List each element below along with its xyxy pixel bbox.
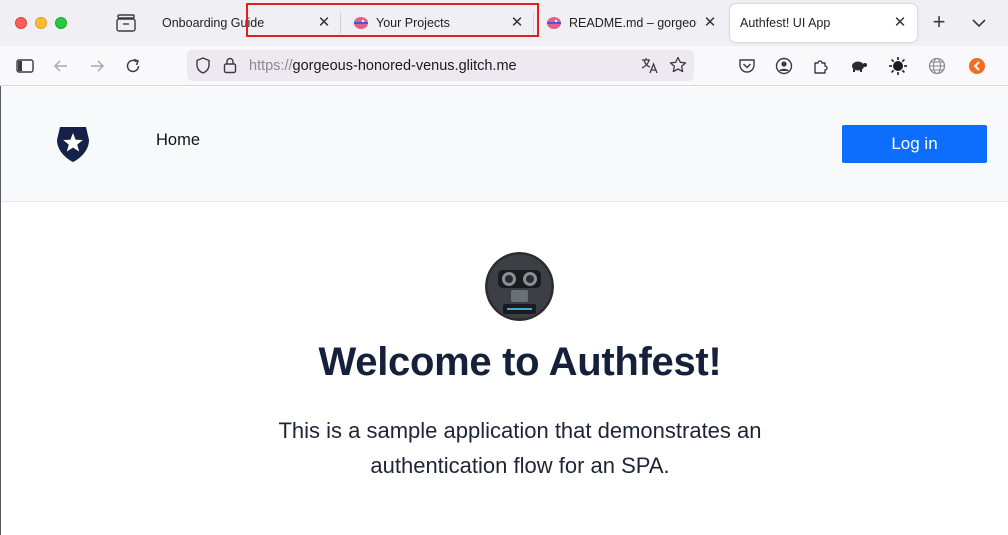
page-title: Welcome to Authfest! <box>318 340 722 384</box>
tracking-protection-shield-icon[interactable] <box>194 56 212 75</box>
tab-title: Authfest! UI App <box>740 16 831 30</box>
close-window-button[interactable] <box>15 17 27 29</box>
turtle-extension-icon[interactable] <box>848 56 868 76</box>
forward-arrow-icon[interactable] <box>87 56 107 76</box>
hero-description: This is a sample application that demons… <box>278 418 762 478</box>
reload-icon[interactable] <box>123 56 143 76</box>
zoom-window-button[interactable] <box>55 17 67 29</box>
minimize-window-button[interactable] <box>35 17 47 29</box>
orange-extension-icon[interactable] <box>967 56 987 76</box>
url-scheme: https:// <box>249 58 293 74</box>
bookmark-star-icon[interactable] <box>668 55 688 75</box>
site-header: Home Log in <box>1 87 1008 202</box>
tab-close-icon[interactable]: ✕ <box>703 15 717 30</box>
sun-extension-icon[interactable] <box>888 56 908 76</box>
glitch-fish-icon <box>547 17 561 29</box>
url-text[interactable]: https://gorgeous-honored-venus.glitch.me <box>249 58 517 74</box>
auth0-star-logo-icon[interactable] <box>54 124 92 164</box>
account-icon[interactable] <box>774 56 794 76</box>
list-all-tabs-chevron-icon[interactable] <box>968 14 990 32</box>
url-host: gorgeous-honored-venus.glitch.me <box>292 58 517 74</box>
padlock-icon[interactable] <box>222 56 238 75</box>
tab-overview-icon[interactable] <box>115 13 137 33</box>
tab-readme[interactable]: README.md – gorgeous- ✕ <box>534 4 727 42</box>
pocket-icon[interactable] <box>737 56 757 76</box>
globe-icon[interactable] <box>927 56 947 76</box>
browser-toolbar: https://gorgeous-honored-venus.glitch.me <box>0 46 1008 86</box>
nav-home-link[interactable]: Home <box>156 131 200 150</box>
sidebar-toggle-icon[interactable] <box>15 56 35 76</box>
url-highlight-box <box>246 3 539 37</box>
login-button[interactable]: Log in <box>842 125 987 163</box>
tab-close-icon[interactable]: ✕ <box>893 15 907 30</box>
translate-icon[interactable] <box>640 56 660 75</box>
back-arrow-icon[interactable] <box>51 56 71 76</box>
tab-authfest-ui-app[interactable]: Authfest! UI App ✕ <box>730 4 917 42</box>
hero-robot-avatar <box>485 252 554 321</box>
new-tab-button[interactable]: + <box>928 11 950 34</box>
tab-title: README.md – gorgeous- <box>569 16 697 30</box>
extensions-puzzle-icon[interactable] <box>811 56 831 76</box>
